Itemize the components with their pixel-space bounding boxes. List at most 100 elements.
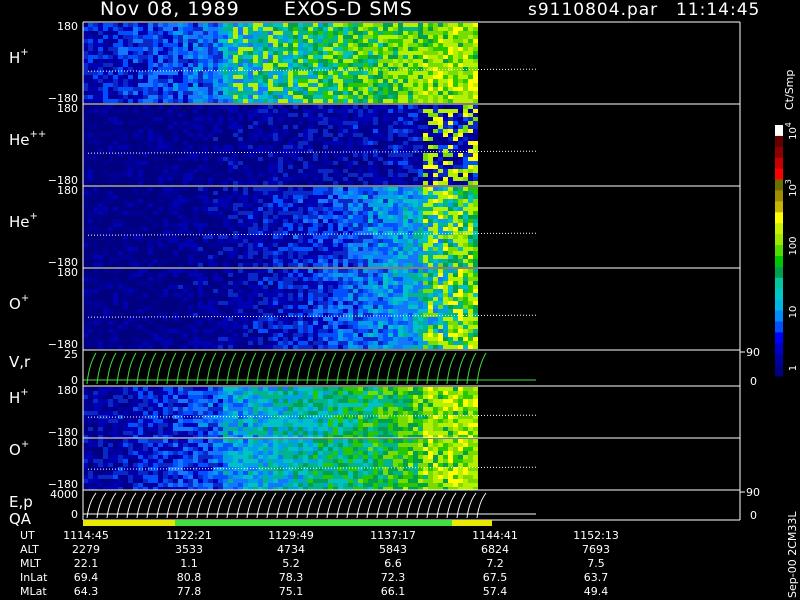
spectrogram-cell bbox=[343, 255, 348, 259]
spectrogram-cell bbox=[388, 269, 393, 273]
spectrogram-cell bbox=[298, 297, 303, 301]
spectrogram-cell bbox=[338, 87, 343, 91]
spectrogram-cell bbox=[308, 63, 313, 67]
spectrogram-cell bbox=[363, 177, 368, 181]
spectrogram-cell bbox=[408, 35, 413, 39]
spectrogram-cell bbox=[283, 99, 288, 103]
spectrogram-cell bbox=[208, 91, 213, 95]
spectrogram-cell bbox=[353, 91, 358, 95]
spectrogram-cell bbox=[343, 27, 348, 31]
spectrogram-cell bbox=[168, 95, 173, 99]
spectrogram-cell bbox=[283, 125, 288, 129]
spectrogram-cell bbox=[333, 321, 338, 325]
spectrogram-cell bbox=[238, 39, 243, 43]
spectrogram-cell bbox=[278, 137, 283, 141]
spectrogram-cell bbox=[238, 325, 243, 329]
spectrogram-cell bbox=[208, 177, 213, 181]
spectrogram-cell bbox=[403, 293, 408, 297]
spectrogram-cell bbox=[353, 129, 358, 133]
spectrogram-cell bbox=[403, 75, 408, 79]
spectrogram-cell bbox=[323, 129, 328, 133]
spectrogram-cell bbox=[433, 23, 438, 27]
spectrogram-cell bbox=[278, 273, 283, 277]
spectrogram-cell bbox=[433, 191, 438, 195]
spectrogram-cell bbox=[268, 215, 273, 219]
spectrogram-cell bbox=[253, 235, 258, 239]
spectrogram-cell bbox=[263, 317, 268, 321]
spectrogram-cell bbox=[188, 47, 193, 51]
spectrogram-cell bbox=[433, 105, 438, 109]
spectrogram-cell bbox=[113, 83, 118, 87]
spectrogram-cell bbox=[303, 277, 308, 281]
spectrogram-cell bbox=[283, 71, 288, 75]
spectrogram-cell bbox=[278, 187, 283, 191]
spectrogram-cell bbox=[203, 169, 208, 173]
spectrogram-cell bbox=[173, 129, 178, 133]
spectrogram-cell bbox=[298, 277, 303, 281]
spectrogram-cell bbox=[403, 223, 408, 227]
spectrogram-cell bbox=[313, 207, 318, 211]
spectrogram-cell bbox=[458, 187, 463, 191]
spectrogram-cell bbox=[133, 43, 138, 47]
spectrogram-cell bbox=[333, 23, 338, 27]
spectrogram-cell bbox=[338, 59, 343, 63]
spectrogram-cell bbox=[308, 173, 313, 177]
spectrogram-cell bbox=[303, 273, 308, 277]
spectrogram-cell bbox=[263, 289, 268, 293]
spectrogram-cell bbox=[233, 47, 238, 51]
spectrogram-cell bbox=[398, 113, 403, 117]
spectrogram-cell bbox=[253, 309, 258, 313]
spectrogram-cell bbox=[278, 277, 283, 281]
spectrogram-cell bbox=[468, 251, 473, 255]
spectrogram-cell bbox=[323, 251, 328, 255]
spectrogram-cell bbox=[268, 223, 273, 227]
spectrogram-cell bbox=[428, 27, 433, 31]
spectrogram-cell bbox=[288, 341, 293, 345]
spectrogram-cell bbox=[403, 191, 408, 195]
spectrogram-cell bbox=[213, 83, 218, 87]
spectrogram-cell bbox=[408, 211, 413, 215]
spectrogram-cell bbox=[273, 255, 278, 259]
spectrogram-cell bbox=[293, 329, 298, 333]
spectrogram-cell bbox=[208, 345, 213, 349]
spectrogram-cell bbox=[368, 129, 373, 133]
spectrogram-cell bbox=[378, 87, 383, 91]
spectrogram-cell bbox=[338, 321, 343, 325]
spectrogram-cell bbox=[243, 263, 248, 267]
spectrogram-cell bbox=[458, 247, 463, 251]
spectrogram-cell bbox=[413, 317, 418, 321]
spectrogram-cell bbox=[338, 263, 343, 267]
spectrogram-cell bbox=[403, 153, 408, 157]
spectrogram-cell bbox=[113, 301, 118, 305]
spectrogram-cell bbox=[213, 211, 218, 215]
spectrogram-cell bbox=[333, 251, 338, 255]
spectrogram-cell bbox=[343, 129, 348, 133]
spectrogram-cell bbox=[298, 133, 303, 137]
spectrogram-cell bbox=[273, 337, 278, 341]
spectrogram-cell bbox=[338, 297, 343, 301]
spectrogram-cell bbox=[228, 31, 233, 35]
spectrogram-cell bbox=[138, 99, 143, 103]
spectrogram-cell bbox=[288, 59, 293, 63]
spectrogram-cell bbox=[203, 251, 208, 255]
spectrogram-cell bbox=[238, 35, 243, 39]
spectrogram-cell bbox=[318, 71, 323, 75]
spectrogram-cell bbox=[358, 125, 363, 129]
spectrogram-cell bbox=[428, 99, 433, 103]
spectrogram-cell bbox=[128, 243, 133, 247]
spectrogram-cell bbox=[343, 203, 348, 207]
spectrogram-cell bbox=[403, 129, 408, 133]
spectrogram-cell bbox=[218, 83, 223, 87]
spectrogram-cell bbox=[448, 251, 453, 255]
spectrogram-cell bbox=[393, 153, 398, 157]
spectrogram-cell bbox=[343, 345, 348, 349]
spectrogram-cell bbox=[393, 75, 398, 79]
spectrogram-cell bbox=[233, 27, 238, 31]
spectrogram-cell bbox=[353, 35, 358, 39]
spectrogram-cell bbox=[293, 219, 298, 223]
spectrogram-cell bbox=[178, 207, 183, 211]
spectrogram-cell bbox=[438, 149, 443, 153]
spectrogram-cell bbox=[408, 137, 413, 141]
spectrogram-cell bbox=[168, 235, 173, 239]
spectrogram-cell bbox=[263, 27, 268, 31]
